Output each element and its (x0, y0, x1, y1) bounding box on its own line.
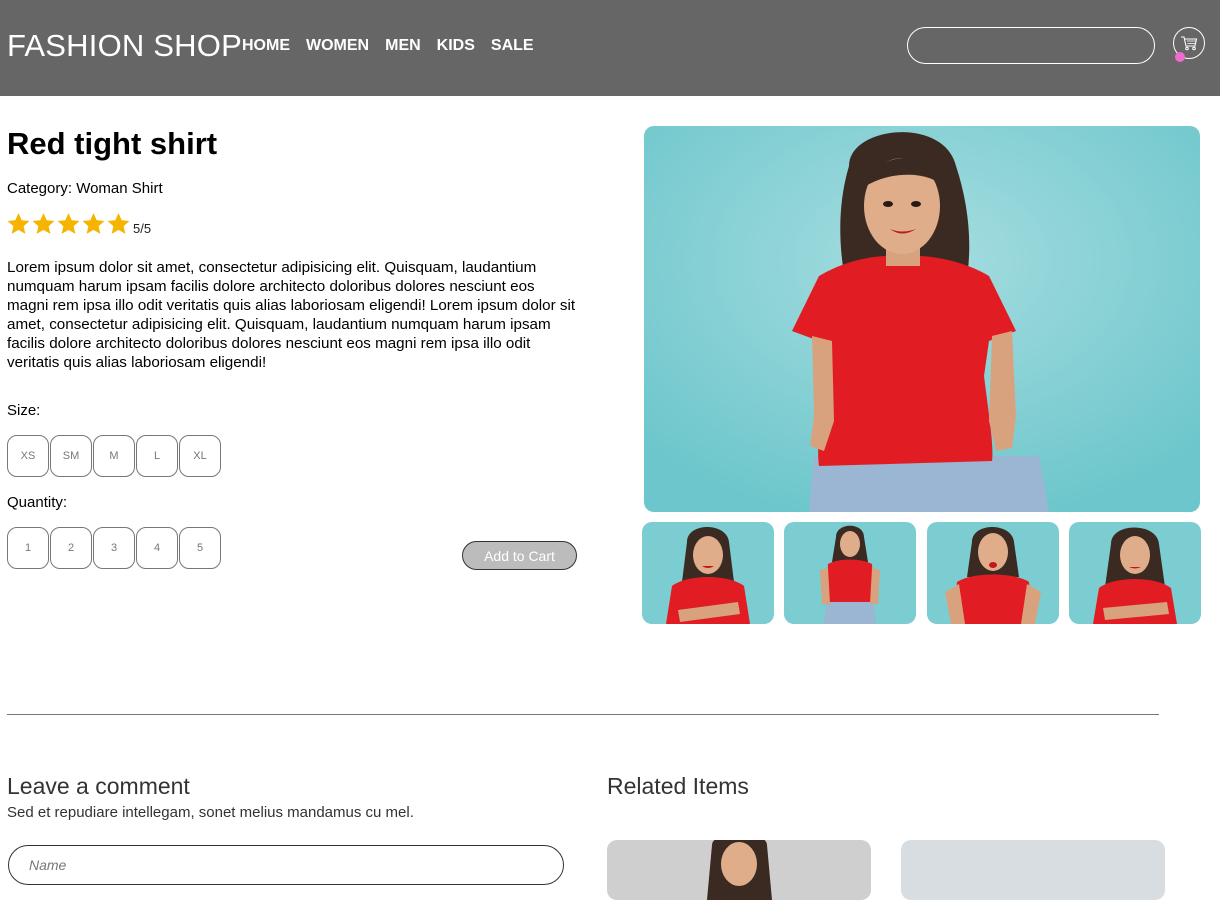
star-icon (82, 213, 105, 234)
quantity-options: 1 2 3 4 5 (7, 527, 222, 569)
quantity-option-3[interactable]: 3 (93, 527, 135, 569)
size-label: Size: (7, 402, 41, 419)
rating-text: 5/5 (133, 221, 152, 236)
size-option-l[interactable]: L (136, 435, 178, 477)
cart-icon (1181, 36, 1198, 51)
main-nav: HOME WOMEN MEN KIDS SALE (242, 37, 550, 55)
size-option-m[interactable]: M (93, 435, 135, 477)
thumbnail-2[interactable] (784, 522, 916, 624)
quantity-option-5[interactable]: 5 (179, 527, 221, 569)
product-title: Red tight shirt (7, 126, 218, 161)
product-category: Category: Woman Shirt (7, 180, 163, 197)
main-product-image (644, 126, 1200, 512)
size-option-xl[interactable]: XL (179, 435, 221, 477)
related-item-card[interactable] (607, 840, 871, 900)
brand-logo[interactable]: FASHION SHOP (7, 28, 242, 64)
size-option-sm[interactable]: SM (50, 435, 92, 477)
search-input[interactable] (907, 27, 1155, 64)
product-rating: 5/5 (6, 211, 151, 237)
comment-subtext: Sed et repudiare intellegam, sonet meliu… (7, 804, 414, 821)
nav-women[interactable]: WOMEN (306, 37, 369, 55)
related-item-card[interactable] (901, 840, 1165, 900)
quantity-option-4[interactable]: 4 (136, 527, 178, 569)
star-icon (32, 213, 55, 234)
nav-kids[interactable]: KIDS (437, 37, 475, 55)
related-items-heading: Related Items (607, 773, 749, 799)
comment-heading: Leave a comment (7, 773, 190, 799)
size-option-xs[interactable]: XS (7, 435, 49, 477)
product-description: Lorem ipsum dolor sit amet, consectetur … (7, 259, 576, 371)
thumbnail-4[interactable] (1069, 522, 1201, 624)
add-to-cart-button[interactable]: Add to Cart (462, 541, 577, 570)
size-options: XS SM M L XL (7, 435, 222, 477)
star-icon (107, 213, 130, 234)
nav-home[interactable]: HOME (242, 37, 290, 55)
name-input[interactable] (8, 845, 564, 885)
quantity-label: Quantity: (7, 494, 68, 511)
thumbnail-1[interactable] (642, 522, 774, 624)
thumbnail-3[interactable] (927, 522, 1059, 624)
quantity-option-1[interactable]: 1 (7, 527, 49, 569)
quantity-option-2[interactable]: 2 (50, 527, 92, 569)
nav-sale[interactable]: SALE (491, 37, 534, 55)
top-navbar: FASHION SHOP HOME WOMEN MEN KIDS SALE (0, 0, 1220, 96)
star-icon (7, 213, 30, 234)
section-divider (7, 714, 1159, 715)
cart-notification-dot (1175, 52, 1185, 62)
star-icon (57, 213, 80, 234)
nav-men[interactable]: MEN (385, 37, 421, 55)
